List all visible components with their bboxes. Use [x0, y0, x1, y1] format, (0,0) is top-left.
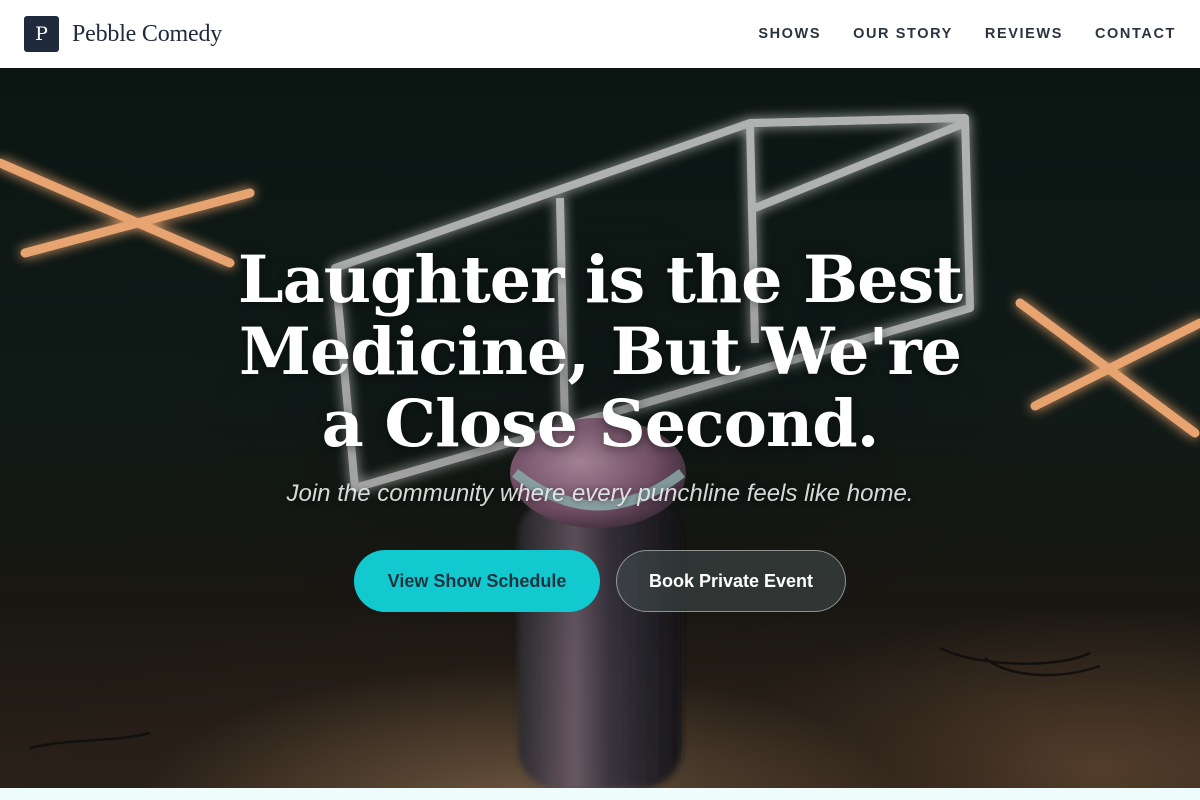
nav-link-reviews[interactable]: REVIEWS	[985, 26, 1063, 42]
next-section-edge	[0, 788, 1200, 800]
top-navbar: P Pebble Comedy SHOWS OUR STORY REVIEWS …	[0, 0, 1200, 68]
brand-logo: P	[24, 16, 59, 52]
nav-link-contact[interactable]: CONTACT	[1095, 26, 1176, 42]
hero-title: Laughter is the Best Medicine, But We're…	[237, 242, 963, 462]
hero-section: Laughter is the Best Medicine, But We're…	[0, 68, 1200, 788]
brand[interactable]: P Pebble Comedy	[24, 16, 222, 52]
nav-link-our-story[interactable]: OUR STORY	[853, 26, 953, 42]
nav-links: SHOWS OUR STORY REVIEWS CONTACT	[726, 26, 1176, 42]
book-private-event-button[interactable]: Book Private Event	[616, 550, 846, 612]
view-show-schedule-button[interactable]: View Show Schedule	[354, 550, 600, 612]
hero-subtitle: Join the community where every punchline…	[286, 480, 914, 507]
hero-actions: View Show Schedule Book Private Event	[0, 550, 1200, 612]
brand-name: Pebble Comedy	[72, 20, 223, 47]
nav-link-shows[interactable]: SHOWS	[758, 26, 821, 42]
hero-content: Laughter is the Best Medicine, But We're…	[0, 244, 1200, 612]
